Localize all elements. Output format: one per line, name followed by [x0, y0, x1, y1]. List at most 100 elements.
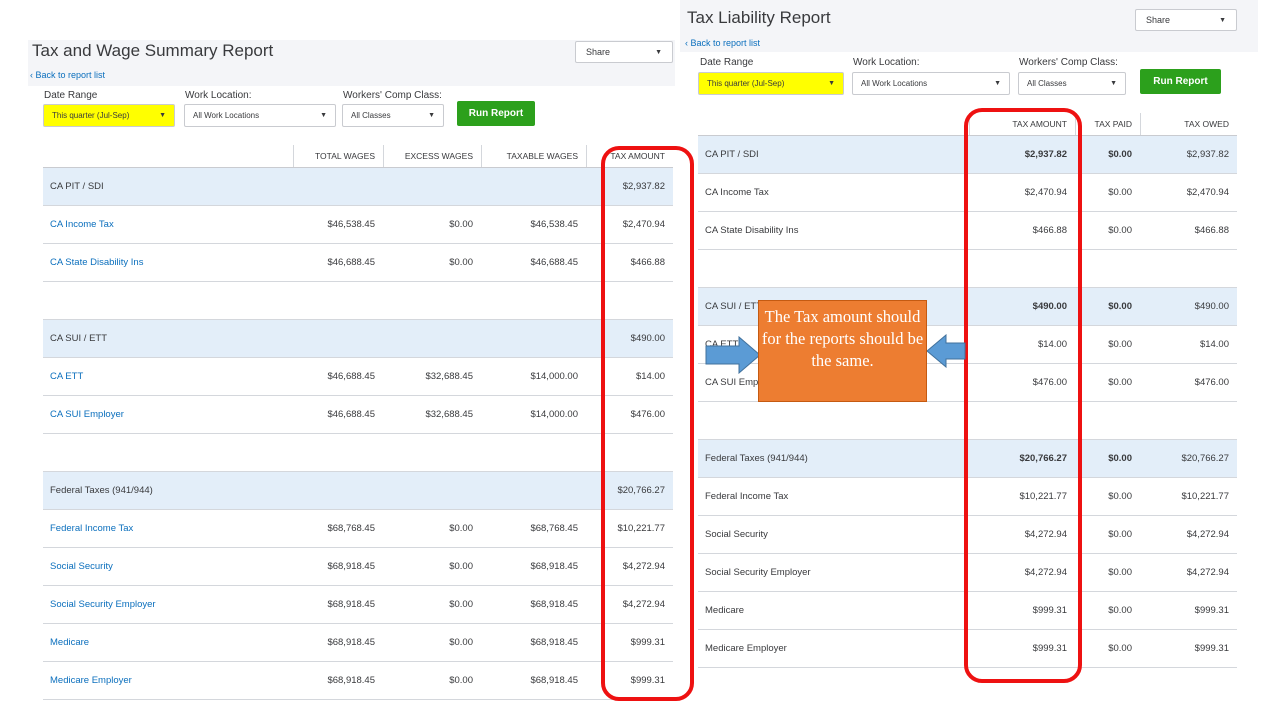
cell-value: $68,768.45 [530, 523, 578, 534]
row-label: Medicare Employer [705, 643, 787, 654]
chevron-down-icon: ▼ [159, 112, 166, 119]
highlight-tax-amount-left [601, 146, 694, 701]
cell-value: $4,272.94 [1186, 529, 1229, 540]
chevron-down-icon: ▼ [828, 80, 835, 87]
date-range-label: Date Range [44, 90, 98, 101]
arrow-left-icon [926, 334, 966, 368]
chevron-down-icon: ▼ [1110, 80, 1117, 87]
comp-class-select[interactable]: All Classes ▼ [342, 104, 444, 127]
chevron-down-icon: ▼ [655, 48, 662, 56]
date-range-label: Date Range [700, 57, 754, 68]
date-range-select[interactable]: This quarter (Jul-Sep) ▼ [43, 104, 175, 127]
row-label: Social Security [705, 529, 768, 540]
cell-value: $14.00 [1199, 339, 1229, 350]
cell-value [481, 168, 578, 206]
cell-value: $68,918.45 [530, 599, 578, 610]
share-button[interactable]: Share ▼ [1135, 9, 1237, 31]
column-header[interactable]: EXCESS WAGES [383, 145, 481, 168]
back-link-label[interactable]: Back to report list [36, 70, 106, 80]
work-location-select[interactable]: All Work Locations ▼ [184, 104, 336, 127]
row-label[interactable]: Social Security [50, 548, 113, 586]
cell-value: $0.00 [449, 599, 473, 610]
comp-class-value: All Classes [351, 111, 391, 120]
cell-value: $0.00 [1108, 377, 1132, 388]
row-label[interactable]: CA State Disability Ins [50, 244, 143, 282]
row-label[interactable]: Social Security Employer [50, 586, 156, 624]
table-row: CA ETT $46,688.45 $32,688.45 $14,000.00 $14.… [43, 358, 673, 396]
highlight-tax-amount-right [964, 108, 1082, 683]
row-label[interactable]: CA Income Tax [50, 206, 114, 244]
page-title: Tax Liability Report [687, 8, 831, 27]
cell-value: $46,688.45 [327, 409, 375, 420]
date-range-select[interactable]: This quarter (Jul-Sep) ▼ [698, 72, 844, 95]
column-header[interactable]: TAX PAID [1075, 113, 1140, 136]
cell-value: $2,470.94 [1186, 187, 1229, 198]
table-row: CA State Disability Ins $46,688.45 $0.00 $4… [43, 244, 673, 282]
work-location-select[interactable]: All Work Locations ▼ [852, 72, 1010, 95]
cell-value: $2,937.82 [1186, 149, 1229, 160]
cell-value: $476.00 [1194, 377, 1229, 388]
cell-value: $46,688.45 [327, 257, 375, 268]
cell-value: $68,768.45 [327, 523, 375, 534]
cell-value: $0.00 [1108, 529, 1132, 540]
row-label[interactable]: CA ETT [50, 358, 83, 396]
chevron-down-icon: ▼ [1219, 16, 1226, 24]
cell-value: $0.00 [1108, 453, 1132, 464]
cell-value: $0.00 [449, 257, 473, 268]
comp-class-value: All Classes [1027, 79, 1067, 88]
annotation-callout: The Tax amount should for the reports sh… [758, 300, 927, 402]
work-location-label: Work Location: [185, 90, 252, 101]
row-label[interactable]: CA SUI Employer [50, 396, 124, 434]
table-row: Social Security $68,918.45 $0.00 $68,918.45… [43, 548, 673, 586]
row-label[interactable]: Federal Income Tax [50, 510, 133, 548]
run-report-button[interactable]: Run Report [1140, 69, 1221, 94]
column-header[interactable]: TAXABLE WAGES [481, 145, 586, 168]
column-header[interactable]: TOTAL WAGES [293, 145, 383, 168]
run-report-button[interactable]: Run Report [457, 101, 535, 126]
row-label: CA State Disability Ins [705, 225, 799, 236]
row-label[interactable]: Medicare [50, 624, 89, 662]
cell-value [383, 320, 473, 358]
row-label: CA PIT / SDI [705, 149, 759, 160]
cell-value: $46,688.45 [327, 371, 375, 382]
comp-class-label: Workers' Comp Class: [343, 90, 442, 101]
back-link-label[interactable]: Back to report list [691, 38, 761, 48]
cell-value: $10,221.77 [1181, 491, 1229, 502]
share-button[interactable]: Share ▼ [575, 41, 673, 63]
cell-value: $0.00 [1108, 225, 1132, 236]
back-link[interactable]: ‹ Back to report list [685, 38, 760, 48]
cell-value: $14,000.00 [530, 409, 578, 420]
back-link[interactable]: ‹ Back to report list [30, 70, 105, 80]
cell-value: $0.00 [1108, 605, 1132, 616]
cell-value: $68,918.45 [530, 637, 578, 648]
cell-value: $0.00 [449, 561, 473, 572]
cell-value: $14,000.00 [530, 371, 578, 382]
comp-class-select[interactable]: All Classes ▼ [1018, 72, 1126, 95]
cell-value: $999.31 [1194, 605, 1229, 616]
share-label: Share [586, 47, 611, 57]
comp-class-label: Workers' Comp Class: [1019, 57, 1118, 68]
row-label: CA SUI / ETT [705, 301, 763, 312]
cell-value: $46,538.45 [327, 219, 375, 230]
group-row: CA SUI / ETT $490.00 [43, 320, 673, 358]
cell-value: $0.00 [1108, 149, 1132, 160]
cell-value: $68,918.45 [327, 599, 375, 610]
cell-value [293, 168, 375, 206]
cell-value: $999.31 [1194, 643, 1229, 654]
cell-value: $0.00 [449, 219, 473, 230]
column-header[interactable]: TAX OWED [1140, 113, 1237, 136]
spacer-row [43, 282, 673, 320]
cell-value: $46,538.45 [530, 219, 578, 230]
row-label: CA SUI / ETT [50, 333, 108, 344]
date-range-value: This quarter (Jul-Sep) [52, 111, 130, 120]
page-title: Tax and Wage Summary Report [32, 41, 274, 60]
table-row: CA SUI Employer $46,688.45 $32,688.45 $14,0… [43, 396, 673, 434]
chevron-down-icon: ▼ [320, 112, 327, 119]
cell-value [383, 168, 473, 206]
row-label: CA Income Tax [705, 187, 769, 198]
row-label: Federal Taxes (941/944) [50, 485, 153, 496]
row-label[interactable]: Medicare Employer [50, 662, 132, 700]
cell-value: $0.00 [1108, 339, 1132, 350]
table-row: Social Security Employer $68,918.45 $0.00 $… [43, 586, 673, 624]
cell-value: $32,688.45 [425, 371, 473, 382]
